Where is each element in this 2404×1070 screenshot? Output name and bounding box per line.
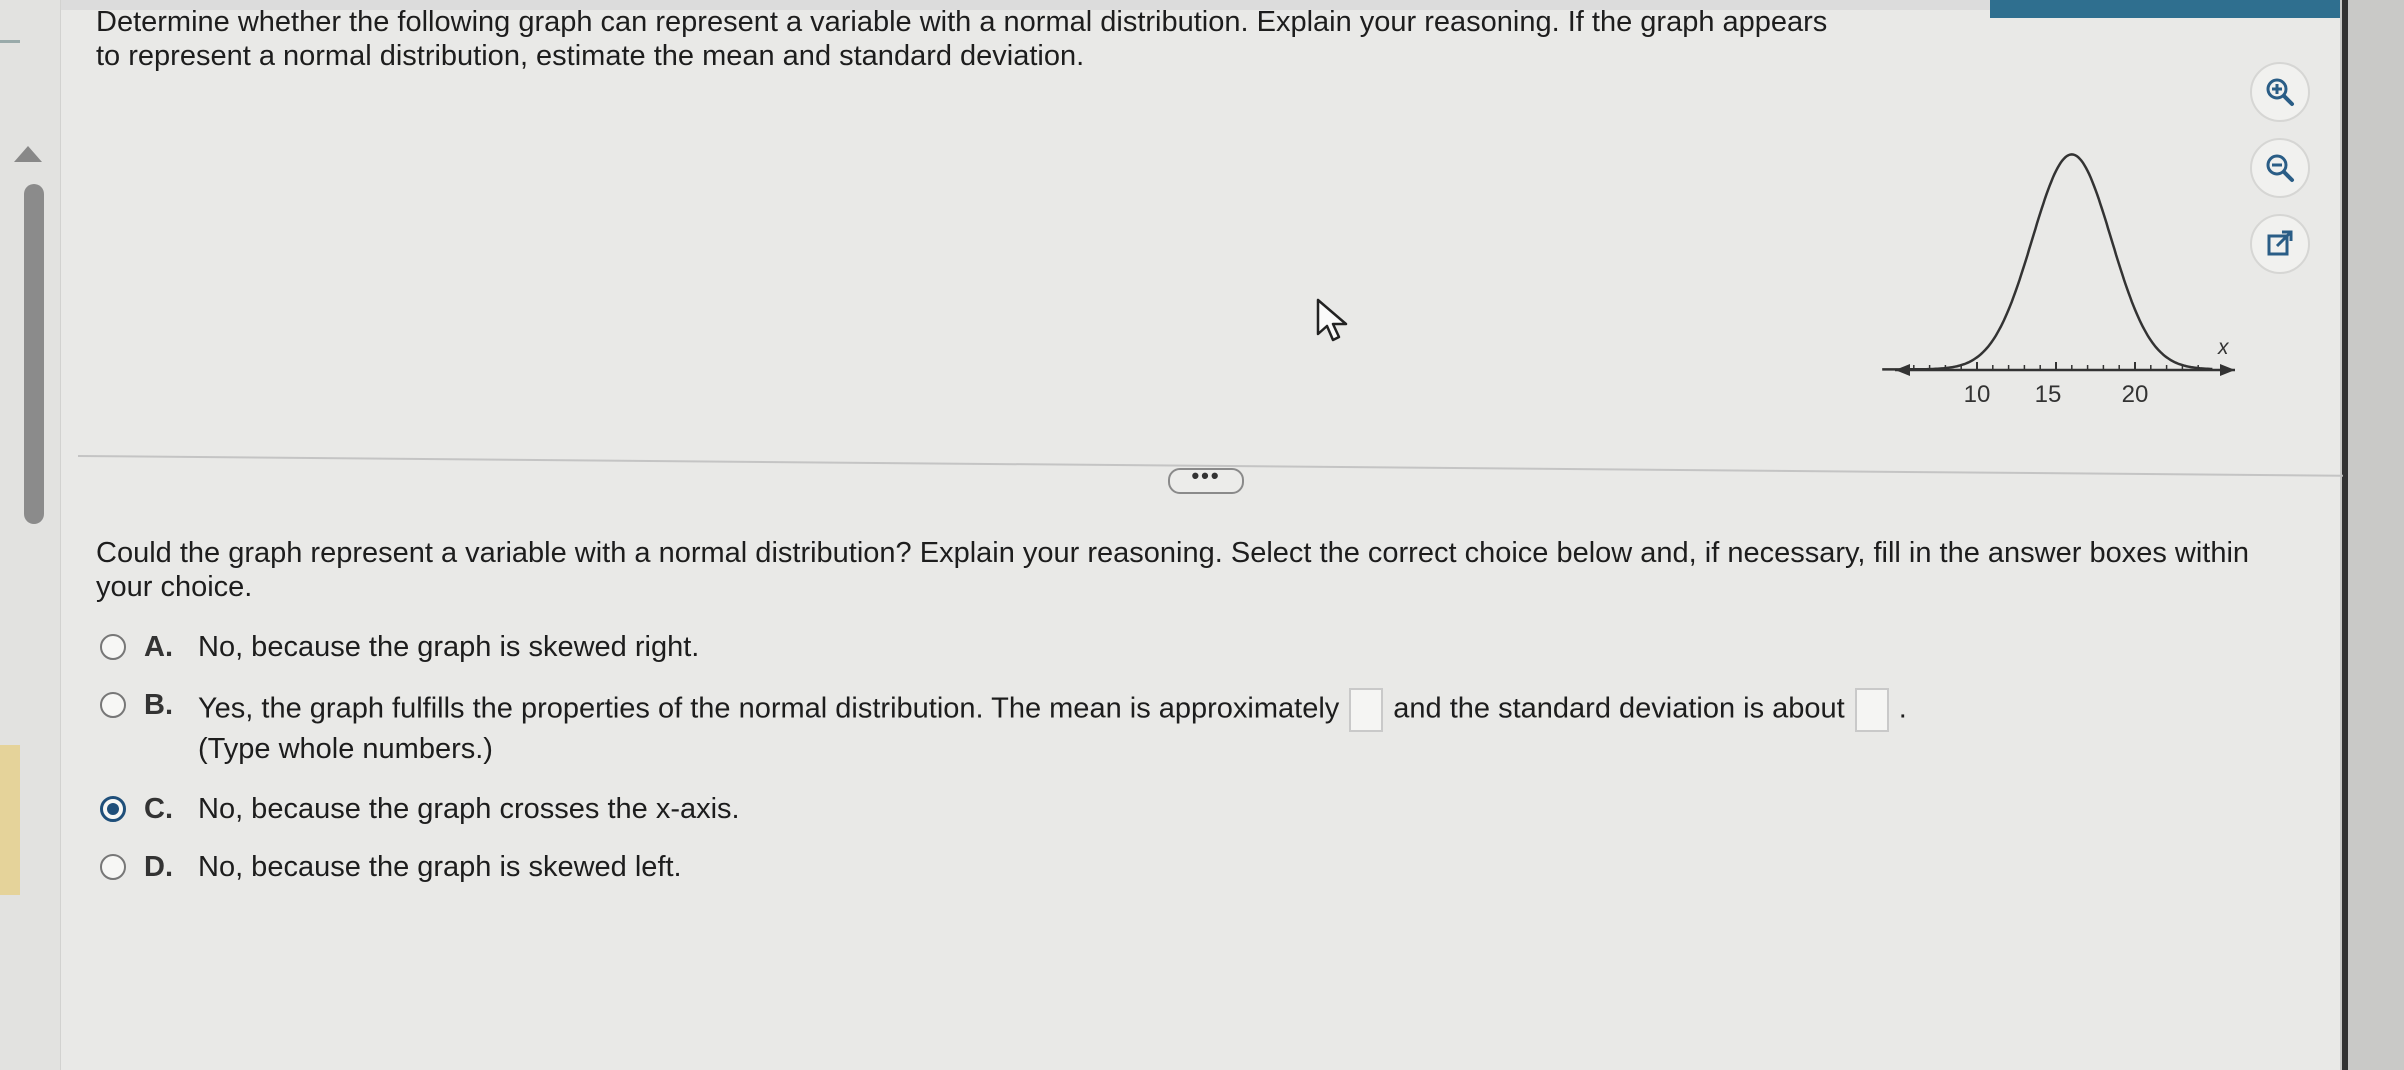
x-axis-right-arrow: [2220, 364, 2235, 376]
choice-c[interactable]: C. No, because the graph crosses the x-a…: [100, 792, 2200, 826]
scroll-up-arrow-icon[interactable]: [14, 146, 42, 162]
radio-d[interactable]: [100, 854, 126, 880]
x-tick-label-15: 15: [2035, 381, 2062, 408]
x-tick-label-20: 20: [2122, 381, 2149, 408]
zoom-in-icon: [2266, 78, 2294, 106]
distribution-curve: [1882, 153, 2213, 371]
x-tick-label-10: 10: [1964, 381, 1991, 408]
scrollbar-thumb[interactable]: [24, 184, 44, 524]
external-link-icon: [2267, 230, 2293, 256]
choice-letter: B.: [144, 689, 173, 721]
choice-text: No, because the graph crosses the x-axis…: [198, 793, 740, 825]
choice-b-text-before: Yes, the graph fulfills the properties o…: [198, 692, 1340, 725]
graph-canvas: x 10 15 20: [1882, 153, 2235, 408]
radio-b[interactable]: [100, 692, 126, 718]
choice-b-text-after: .: [1898, 692, 1907, 725]
choice-a[interactable]: A. No, because the graph is skewed right…: [100, 630, 2200, 664]
expand-more-button[interactable]: •••: [1168, 465, 1244, 494]
choice-letter: C.: [144, 793, 173, 825]
radio-a[interactable]: [100, 634, 126, 660]
zoom-out-button[interactable]: [2250, 138, 2310, 198]
choice-b[interactable]: B. Yes, the graph fulfills the propertie…: [100, 688, 2200, 766]
choice-text: No, because the graph is skewed left.: [198, 851, 682, 883]
side-highlight-tab: [0, 745, 20, 895]
right-panel-border: [2342, 0, 2348, 1070]
popout-button[interactable]: [2250, 214, 2310, 274]
left-scroll-gutter: [0, 0, 61, 1070]
choice-b-hint: (Type whole numbers.): [198, 733, 493, 765]
zoom-in-button[interactable]: [2250, 62, 2310, 122]
choice-letter: A.: [144, 631, 173, 663]
answer-choices: A. No, because the graph is skewed right…: [100, 630, 2200, 908]
right-panel-edge: [2340, 0, 2404, 1070]
sub-question-text: Could the graph represent a variable wit…: [96, 537, 2250, 603]
left-marker: [0, 40, 20, 43]
mean-answer-box[interactable]: [1349, 688, 1384, 732]
choice-letter: D.: [144, 851, 173, 883]
question-text: Determine whether the following graph ca…: [96, 6, 1828, 72]
zoom-out-icon: [2266, 154, 2294, 182]
choice-text: Yes, the graph fulfills the properties o…: [198, 688, 2200, 766]
x-axis-label: x: [2217, 336, 2230, 359]
choice-b-text-middle: and the standard deviation is about: [1393, 692, 1845, 725]
choice-d[interactable]: D. No, because the graph is skewed left.: [100, 850, 2200, 884]
std-dev-answer-box[interactable]: [1854, 688, 1889, 732]
x-axis-left-arrow: [1895, 364, 1910, 376]
graph-toolbar: [2250, 62, 2310, 274]
choice-text: No, because the graph is skewed right.: [198, 631, 700, 663]
mouse-cursor-icon: [1316, 298, 1348, 342]
radio-c[interactable]: [100, 796, 126, 822]
normal-curve-graph: x 10 15 20: [1880, 140, 2250, 420]
